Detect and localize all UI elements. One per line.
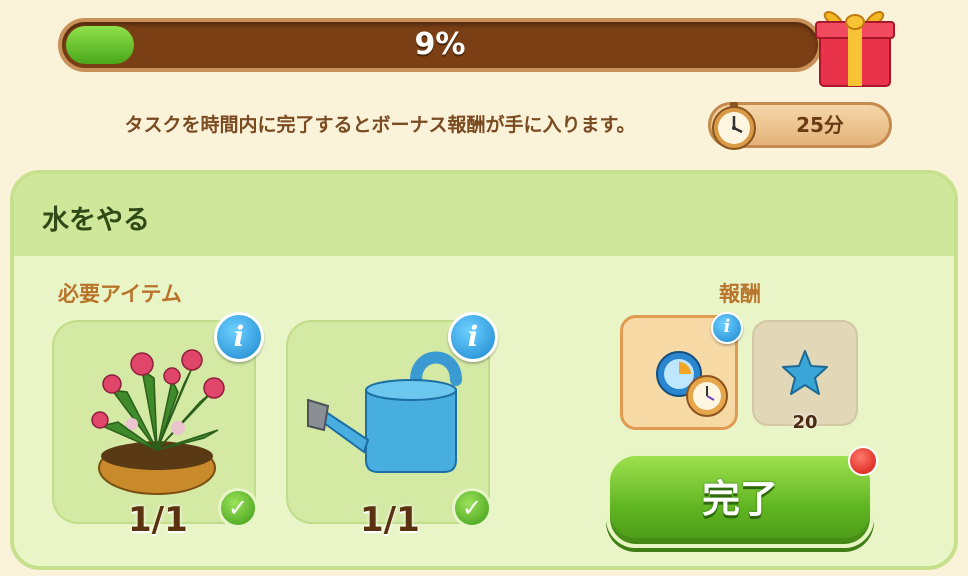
- info-button[interactable]: i: [214, 312, 264, 362]
- reward-speedup-card[interactable]: i: [620, 312, 743, 430]
- speed-up-clock-icon: [656, 351, 728, 417]
- info-button[interactable]: i: [711, 312, 743, 344]
- item-count: 1/1: [128, 500, 188, 540]
- task-title: 水をやる: [42, 205, 150, 236]
- checkmark-icon: ✓: [218, 488, 258, 528]
- required-items-label: 必要アイテム: [58, 282, 182, 306]
- complete-button[interactable]: 完了: [606, 452, 874, 548]
- blue-star-icon: [782, 350, 828, 395]
- task-header: 水をやる: [14, 174, 954, 256]
- bonus-hint-text: タスクを時間内に完了するとボーナス報酬が手に入ります。: [124, 114, 636, 136]
- reward-star-card[interactable]: [752, 320, 858, 426]
- stopwatch-icon: [712, 102, 756, 150]
- gift-box-icon[interactable]: [812, 0, 896, 90]
- complete-button-label: 完了: [701, 477, 778, 521]
- timer-value: 25分: [796, 113, 844, 137]
- item-count: 1/1: [360, 500, 420, 540]
- progress-label: 9%: [414, 27, 466, 62]
- notification-dot: [848, 446, 878, 476]
- item-card-peony[interactable]: i 1/1 ✓: [52, 312, 264, 540]
- info-button[interactable]: i: [448, 312, 498, 362]
- peony-plant-icon: [91, 349, 225, 495]
- reward-star-value: 20: [792, 412, 818, 433]
- time-remaining-badge: 25分: [708, 102, 892, 150]
- item-card-watering-can[interactable]: i 1/1 ✓: [286, 312, 498, 540]
- checkmark-icon: ✓: [452, 488, 492, 528]
- reward-label: 報酬: [719, 282, 761, 306]
- watering-can-icon: [307, 351, 462, 473]
- task-progress-bar: 9%: [58, 18, 822, 72]
